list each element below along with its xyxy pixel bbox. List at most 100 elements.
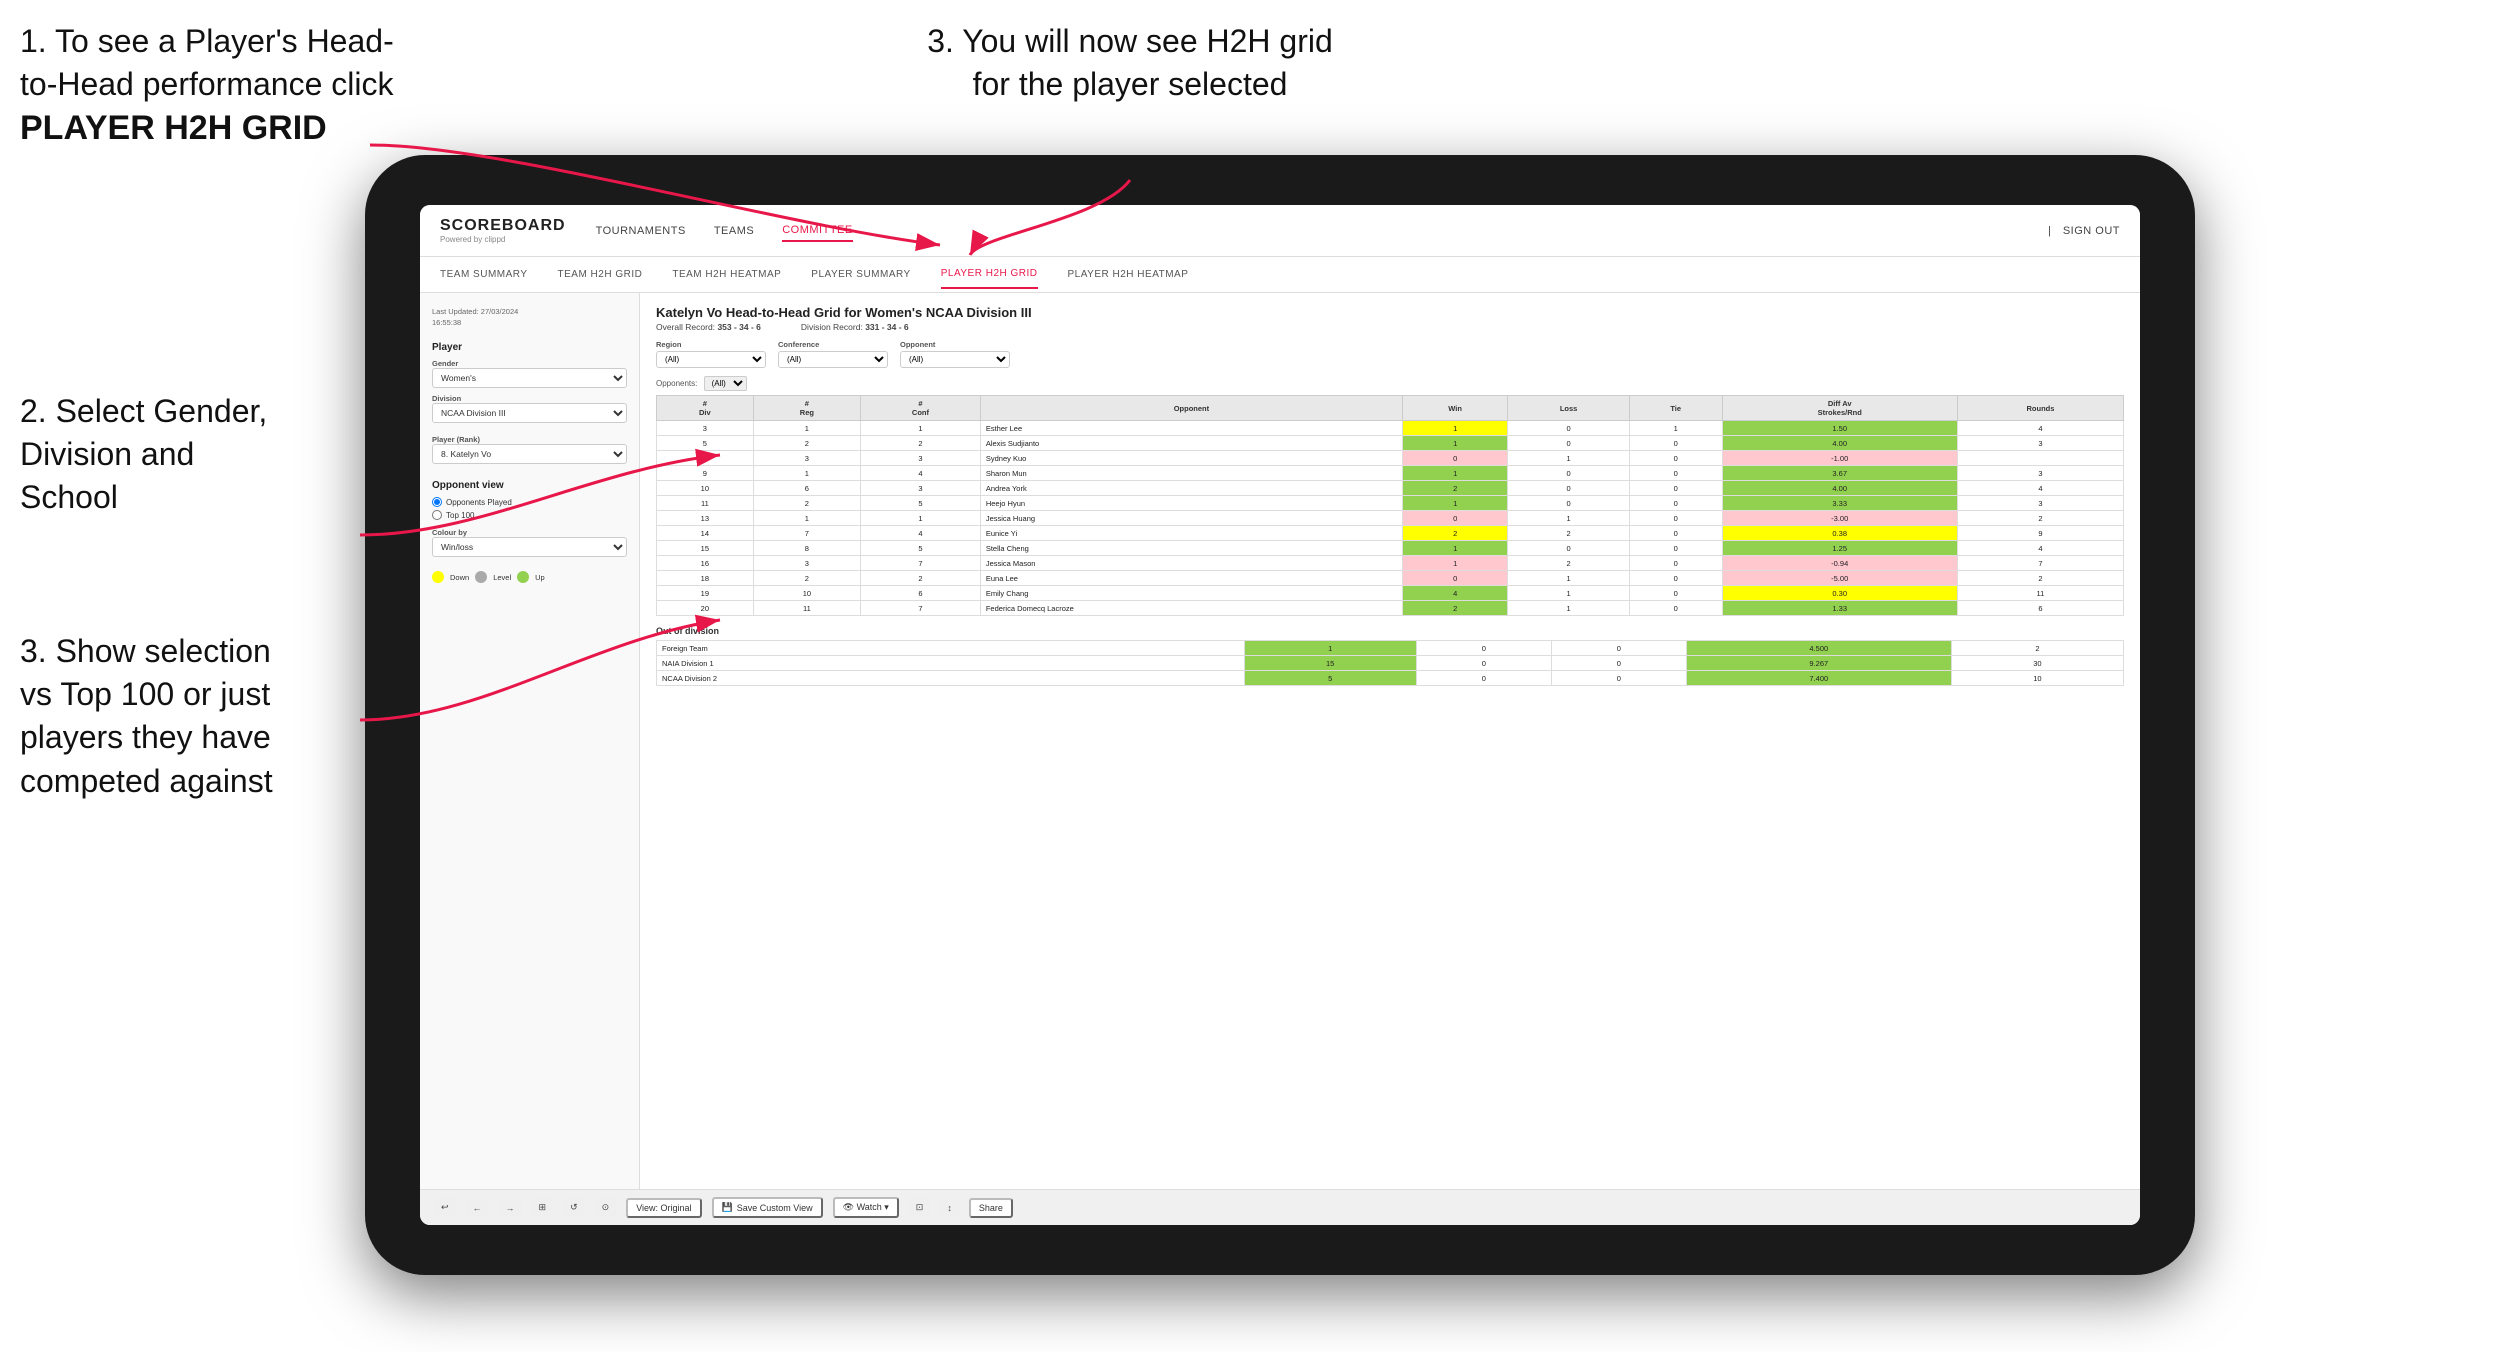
nav-tournaments[interactable]: TOURNAMENTS: [596, 221, 686, 241]
filter-region-label: Region: [656, 340, 766, 349]
table-row: 20 11 7 Federica Domecq Lacroze 2 1 0 1.…: [657, 601, 2124, 616]
th-rounds: Rounds: [1957, 396, 2123, 421]
sub-player-h2h-grid[interactable]: PLAYER H2H GRID: [941, 260, 1038, 289]
filter-opponent-label: Opponent: [900, 340, 1010, 349]
table-row: 3 1 1 Esther Lee 1 0 1 1.50 4: [657, 421, 2124, 436]
filter-row: Region (All) Conference (All) Opponent: [656, 340, 2124, 368]
opponents-select[interactable]: (All): [704, 376, 747, 391]
sidebar-colour-by-select[interactable]: Win/loss: [432, 537, 627, 557]
table-row: 5 2 2 Alexis Sudjianto 1 0 0 4.00 3: [657, 436, 2124, 451]
layout-btn[interactable]: ⊡: [909, 1198, 931, 1217]
nav-bar: SCOREBOARD Powered by clippd TOURNAMENTS…: [420, 205, 2140, 257]
legend-dot-down: [432, 571, 444, 583]
th-loss: Loss: [1508, 396, 1630, 421]
chart-area: Katelyn Vo Head-to-Head Grid for Women's…: [640, 293, 2140, 1189]
sidebar-timestamp: Last Updated: 27/03/2024 16:55:38: [432, 307, 627, 328]
sub-player-h2h-heatmap[interactable]: PLAYER H2H HEATMAP: [1068, 261, 1189, 288]
refresh-btn[interactable]: ↺: [563, 1198, 585, 1217]
table-row: 9 1 4 Sharon Mun 1 0 0 3.67 3: [657, 466, 2124, 481]
filter-conference-group: Conference (All): [778, 340, 888, 368]
bottom-toolbar: ↩ ← → ⊞ ↺ ⊙ View: Original 💾 Save Custom…: [420, 1189, 2140, 1225]
chart-subtitle: Overall Record: 353 - 34 - 6 Division Re…: [656, 322, 2124, 332]
tablet: SCOREBOARD Powered by clippd TOURNAMENTS…: [365, 155, 2195, 1275]
radio-opponents-played[interactable]: Opponents Played: [432, 497, 627, 507]
table-row: 16 3 7 Jessica Mason 1 2 0 -0.94 7: [657, 556, 2124, 571]
radio-top100[interactable]: Top 100: [432, 510, 627, 520]
save-custom-view-btn[interactable]: 💾 Save Custom View: [712, 1197, 823, 1218]
sidebar-division-label: Division: [432, 394, 627, 403]
nav-logo: SCOREBOARD Powered by clippd: [440, 217, 566, 244]
forward-btn[interactable]: →: [499, 1199, 522, 1217]
out-of-division-header: Out of division: [656, 626, 2124, 636]
th-tie: Tie: [1629, 396, 1722, 421]
grid-btn[interactable]: ⊞: [532, 1198, 554, 1217]
sidebar-player-label: Player: [432, 342, 627, 353]
target-btn[interactable]: ⊙: [595, 1198, 617, 1217]
watch-btn[interactable]: 👁 Watch ▾: [833, 1197, 899, 1218]
instruction-mid-left: 2. Select Gender,Division andSchool: [20, 390, 360, 520]
sidebar-radio-group: Opponents Played Top 100: [432, 497, 627, 520]
sidebar-gender-select[interactable]: Women's Men's: [432, 368, 627, 388]
logo-title: SCOREBOARD: [440, 217, 566, 235]
table-row: 11 2 5 Heejo Hyun 1 0 0 3.33 3: [657, 496, 2124, 511]
sub-player-summary[interactable]: PLAYER SUMMARY: [811, 261, 910, 288]
view-original-btn[interactable]: View: Original: [626, 1198, 701, 1218]
filter-conference-label: Conference: [778, 340, 888, 349]
filter-region-group: Region (All): [656, 340, 766, 368]
table-row: 15 8 5 Stella Cheng 1 0 0 1.25 4: [657, 541, 2124, 556]
tablet-screen: SCOREBOARD Powered by clippd TOURNAMENTS…: [420, 205, 2140, 1225]
nav-links: TOURNAMENTS TEAMS COMMITTEE: [596, 220, 2048, 242]
instruction-bottom-left: 3. Show selectionvs Top 100 or justplaye…: [20, 630, 360, 803]
instruction-top-right: 3. You will now see H2H gridfor the play…: [880, 20, 1380, 106]
ood-table-row: NAIA Division 1 15 0 0 9.267 30: [657, 656, 2124, 671]
filter-conference-select[interactable]: (All): [778, 351, 888, 368]
undo-btn[interactable]: ↩: [434, 1198, 456, 1217]
sidebar: Last Updated: 27/03/2024 16:55:38 Player…: [420, 293, 640, 1189]
table-row: 13 1 1 Jessica Huang 0 1 0 -3.00 2: [657, 511, 2124, 526]
main-content: Last Updated: 27/03/2024 16:55:38 Player…: [420, 293, 2140, 1189]
sign-out-link[interactable]: Sign out: [2063, 221, 2120, 241]
instruction-top-left: 1. To see a Player's Head- to-Head perfo…: [20, 20, 400, 152]
legend-dot-up: [517, 571, 529, 583]
nav-separator: |: [2048, 225, 2051, 237]
colour-legend: Down Level Up: [432, 571, 627, 583]
table-row: 18 2 2 Euna Lee 0 1 0 -5.00 2: [657, 571, 2124, 586]
resize-btn[interactable]: ↕: [940, 1199, 959, 1217]
sidebar-player-rank-select[interactable]: 8. Katelyn Vo: [432, 444, 627, 464]
legend-dot-level: [475, 571, 487, 583]
nav-right: | Sign out: [2048, 221, 2120, 241]
nav-teams[interactable]: TEAMS: [714, 221, 754, 241]
th-conf: #Conf: [861, 396, 981, 421]
ood-table-row: NCAA Division 2 5 0 0 7.400 10: [657, 671, 2124, 686]
opponents-filter-label: Opponents: (All): [656, 376, 2124, 391]
filter-region-select[interactable]: (All): [656, 351, 766, 368]
th-opponent: Opponent: [980, 396, 1402, 421]
table-row: 14 7 4 Eunice Yi 2 2 0 0.38 9: [657, 526, 2124, 541]
filter-opponent-select[interactable]: (All): [900, 351, 1010, 368]
th-win: Win: [1403, 396, 1508, 421]
sidebar-player-rank-label: Player (Rank): [432, 435, 627, 444]
back-btn[interactable]: ←: [466, 1199, 489, 1217]
table-row: 19 10 6 Emily Chang 4 1 0 0.30 11: [657, 586, 2124, 601]
out-of-division-table: Foreign Team 1 0 0 4.500 2 NAIA Division…: [656, 640, 2124, 686]
nav-committee[interactable]: COMMITTEE: [782, 220, 853, 242]
chart-title: Katelyn Vo Head-to-Head Grid for Women's…: [656, 305, 2124, 320]
ood-table-row: Foreign Team 1 0 0 4.500 2: [657, 641, 2124, 656]
th-diff: Diff AvStrokes/Rnd: [1722, 396, 1957, 421]
table-row: 6 3 3 Sydney Kuo 0 1 0 -1.00: [657, 451, 2124, 466]
th-div: #Div: [657, 396, 754, 421]
logo-sub: Powered by clippd: [440, 235, 566, 244]
share-btn[interactable]: Share: [969, 1198, 1013, 1218]
sidebar-opponent-view-label: Opponent view: [432, 480, 627, 491]
sidebar-gender-label: Gender: [432, 359, 627, 368]
sub-nav: TEAM SUMMARY TEAM H2H GRID TEAM H2H HEAT…: [420, 257, 2140, 293]
filter-opponent-group: Opponent (All): [900, 340, 1010, 368]
h2h-table: #Div #Reg #Conf Opponent Win Loss Tie Di…: [656, 395, 2124, 616]
sub-team-h2h-grid[interactable]: TEAM H2H GRID: [558, 261, 643, 288]
table-row: 10 6 3 Andrea York 2 0 0 4.00 4: [657, 481, 2124, 496]
sidebar-colour-by-label: Colour by: [432, 528, 627, 537]
sidebar-division-select[interactable]: NCAA Division III NCAA Division I NCAA D…: [432, 403, 627, 423]
sub-team-summary[interactable]: TEAM SUMMARY: [440, 261, 528, 288]
sub-team-h2h-heatmap[interactable]: TEAM H2H HEATMAP: [672, 261, 781, 288]
th-reg: #Reg: [753, 396, 860, 421]
